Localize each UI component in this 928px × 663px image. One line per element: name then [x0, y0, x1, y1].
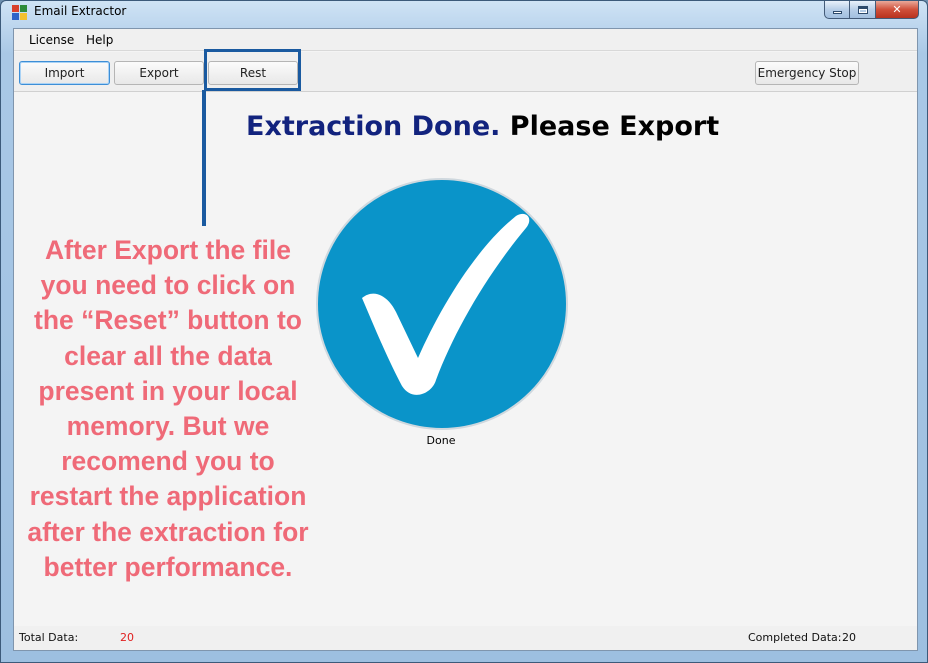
- status-bar: Total Data: 20 Completed Data: 20: [14, 626, 917, 650]
- total-data-label: Total Data:: [19, 631, 79, 644]
- done-label: Done: [426, 434, 456, 447]
- toolbar: Import Export Rest Emergency Stop: [14, 52, 917, 92]
- title-bar[interactable]: Email Extractor ✕: [1, 1, 928, 23]
- close-button[interactable]: ✕: [876, 1, 919, 19]
- maximize-button[interactable]: [850, 1, 876, 19]
- completed-data-label: Completed Data:: [748, 631, 842, 644]
- emergency-stop-button[interactable]: Emergency Stop: [755, 61, 859, 85]
- export-button[interactable]: Export: [114, 61, 204, 85]
- total-data-value: 20: [120, 631, 134, 644]
- import-button[interactable]: Import: [19, 61, 110, 85]
- checkmark-icon: [362, 213, 530, 395]
- close-icon: ✕: [892, 3, 902, 16]
- extraction-status-heading: Extraction Done. Please Export: [246, 111, 719, 142]
- minimize-button[interactable]: [824, 1, 850, 19]
- menu-bar: License Help: [14, 29, 917, 51]
- window-title: Email Extractor: [34, 4, 127, 18]
- minimize-icon: [825, 1, 849, 18]
- reset-highlight-box: [204, 49, 301, 91]
- menu-license[interactable]: License: [29, 33, 74, 47]
- heading-done: Extraction Done.: [246, 111, 501, 142]
- maximize-icon: [850, 1, 875, 18]
- heading-export: Please Export: [509, 111, 720, 142]
- done-check-circle: [316, 178, 568, 430]
- completed-data-value: 20: [842, 631, 856, 644]
- app-icon: [12, 5, 27, 20]
- annotation-text: After Export the file you need to click …: [27, 235, 309, 582]
- menu-help[interactable]: Help: [86, 33, 113, 47]
- window-controls: ✕: [824, 1, 919, 19]
- annotation-pointer-line: [202, 90, 206, 226]
